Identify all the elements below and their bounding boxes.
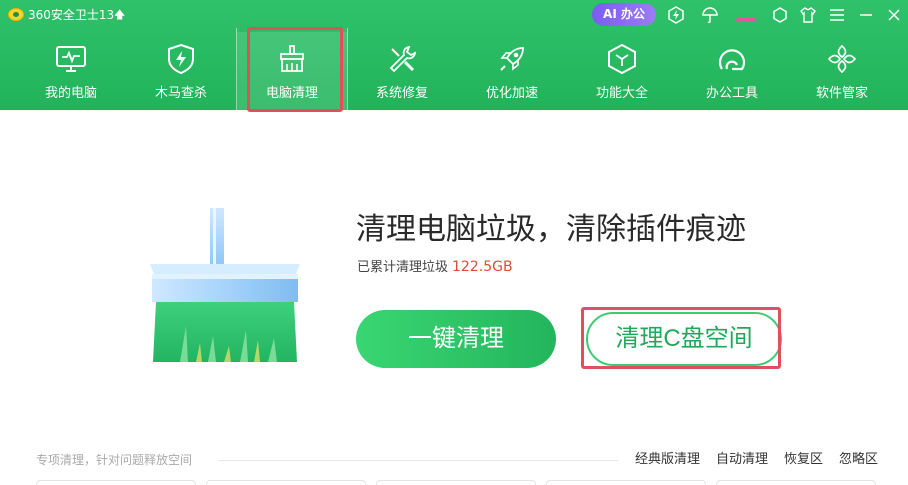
- card-stub: [206, 480, 366, 485]
- card-stub: [716, 480, 876, 485]
- highlight-c-drive: [581, 307, 781, 369]
- divider: [218, 460, 618, 461]
- app-logo-icon: [8, 8, 24, 21]
- header: 360安全卫士13 🡅 AI 办公 我的电脑 木马查杀 电脑清理 系统修复 优化…: [0, 0, 908, 112]
- office-icon: [715, 42, 749, 76]
- lightning-icon[interactable]: [666, 5, 686, 25]
- settings-icon[interactable]: [770, 5, 790, 25]
- broom-illustration: [150, 208, 300, 368]
- menu-icon[interactable]: [827, 5, 847, 25]
- special-cleanup-bar: 专项清理，针对问题释放空间 经典版清理 自动清理 恢复区 忽略区: [36, 450, 878, 470]
- cleaned-label: 已累计清理垃圾: [357, 260, 449, 275]
- nav-item-optimize[interactable]: 优化加速: [457, 32, 567, 110]
- one-click-clean-button[interactable]: 一键清理: [356, 310, 556, 368]
- link-classic-cleanup[interactable]: 经典版清理: [635, 451, 700, 468]
- app-title: 360安全卫士13: [28, 8, 115, 22]
- nav-label: 木马查杀: [154, 86, 207, 101]
- link-restore-area[interactable]: 恢复区: [784, 451, 823, 468]
- umbrella-icon[interactable]: [700, 5, 720, 25]
- nav-label: 功能大全: [595, 86, 648, 101]
- cleaned-value: 122.5GB: [452, 259, 513, 275]
- ai-office-button[interactable]: AI 办公: [592, 3, 656, 26]
- wrench-icon: [385, 42, 419, 76]
- nav-item-system-repair[interactable]: 系统修复: [347, 32, 457, 110]
- highlight-nav-cleanup: [247, 27, 343, 112]
- special-cleanup-hint: 专项清理，针对问题释放空间: [36, 453, 193, 467]
- page-title: 清理电脑垃圾，清除插件痕迹: [356, 212, 746, 247]
- nav-label: 我的电脑: [44, 86, 97, 101]
- rocket-icon: [495, 42, 529, 76]
- nav-label: 软件管家: [815, 86, 868, 101]
- nav-item-office-tools[interactable]: 办公工具: [677, 32, 787, 110]
- link-ignore-area[interactable]: 忽略区: [839, 451, 878, 468]
- close-icon[interactable]: [884, 5, 904, 25]
- nav-item-features[interactable]: 功能大全: [567, 32, 677, 110]
- cleaned-summary: 已累计清理垃圾 122.5GB: [357, 258, 513, 277]
- apps-icon: [825, 42, 859, 76]
- title-bar: 360安全卫士13 🡅 AI 办公: [0, 0, 908, 30]
- shirt-icon[interactable]: [798, 5, 818, 25]
- monitor-icon: [54, 42, 88, 76]
- nav-item-trojan-scan[interactable]: 木马查杀: [126, 32, 236, 110]
- link-auto-cleanup[interactable]: 自动清理: [716, 451, 768, 468]
- nav-label: 优化加速: [485, 86, 538, 101]
- card-stub: [546, 480, 706, 485]
- cube-icon: [605, 42, 639, 76]
- app-window: 360安全卫士13 🡅 AI 办公 我的电脑 木马查杀 电脑清理 系统修复 优化…: [0, 0, 908, 485]
- nav-item-my-computer[interactable]: 我的电脑: [16, 32, 126, 110]
- up-arrow-icon[interactable]: 🡅: [114, 8, 125, 22]
- card-stub: [36, 480, 196, 485]
- nav-label: 办公工具: [705, 86, 758, 101]
- shield-icon: [164, 42, 198, 76]
- card-stub: [376, 480, 536, 485]
- avatar-icon[interactable]: [736, 18, 756, 22]
- nav-item-software-manager[interactable]: 软件管家: [787, 32, 897, 110]
- nav-label: 系统修复: [375, 86, 428, 101]
- minimize-icon[interactable]: [856, 5, 876, 25]
- bottom-links: 经典版清理 自动清理 恢复区 忽略区: [635, 451, 878, 468]
